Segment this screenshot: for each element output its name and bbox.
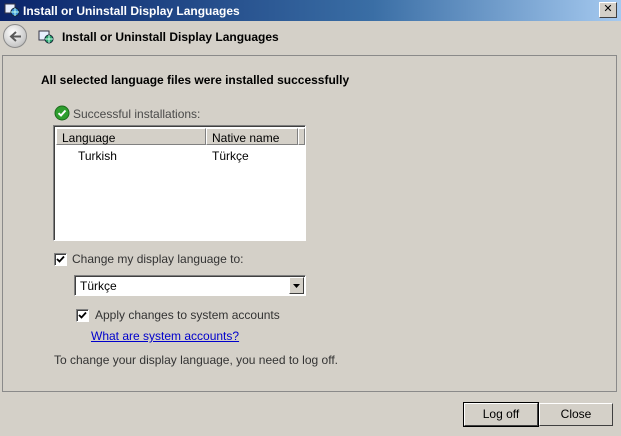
success-label: Successful installations: xyxy=(73,107,201,121)
apply-system-accounts-label: Apply changes to system accounts xyxy=(95,308,280,322)
dropdown-button[interactable] xyxy=(289,277,304,294)
language-globe-icon xyxy=(4,2,20,18)
page-title: Install or Uninstall Display Languages xyxy=(62,30,279,44)
select-value: Türkçe xyxy=(80,279,117,293)
window-title: Install or Uninstall Display Languages xyxy=(23,4,240,18)
list-header: Language Native name xyxy=(56,128,305,145)
column-language[interactable]: Language xyxy=(56,128,206,145)
status-heading: All selected language files were install… xyxy=(41,73,350,87)
list-item[interactable]: Turkish Türkçe xyxy=(56,148,305,164)
logoff-note: To change your display language, you nee… xyxy=(54,353,338,367)
close-button[interactable]: Close xyxy=(539,403,613,426)
column-filler xyxy=(298,128,305,145)
content-panel: All selected language files were install… xyxy=(2,55,617,392)
checkmark-icon xyxy=(78,311,87,319)
installations-list[interactable]: Language Native name Turkish Türkçe xyxy=(53,125,306,241)
log-off-button[interactable]: Log off xyxy=(463,402,539,427)
checkmark-icon xyxy=(56,255,65,263)
back-button[interactable] xyxy=(3,24,27,48)
change-display-language-label: Change my display language to: xyxy=(72,252,244,266)
close-icon[interactable]: ✕ xyxy=(599,2,617,18)
apply-system-accounts-checkbox[interactable] xyxy=(76,309,89,322)
navigation-bar: Install or Uninstall Display Languages xyxy=(0,21,621,53)
back-arrow-icon xyxy=(9,31,21,42)
change-display-language-checkbox[interactable] xyxy=(54,253,67,266)
system-accounts-help-link[interactable]: What are system accounts? xyxy=(91,329,239,343)
display-language-select[interactable]: Türkçe xyxy=(74,275,306,296)
native-name-cell: Türkçe xyxy=(212,149,249,163)
title-bar: Install or Uninstall Display Languages ✕ xyxy=(0,0,621,21)
success-check-icon xyxy=(54,105,70,121)
language-icon xyxy=(38,29,54,45)
language-cell: Turkish xyxy=(78,149,117,163)
column-native-name[interactable]: Native name xyxy=(206,128,298,145)
chevron-down-icon xyxy=(293,284,300,288)
